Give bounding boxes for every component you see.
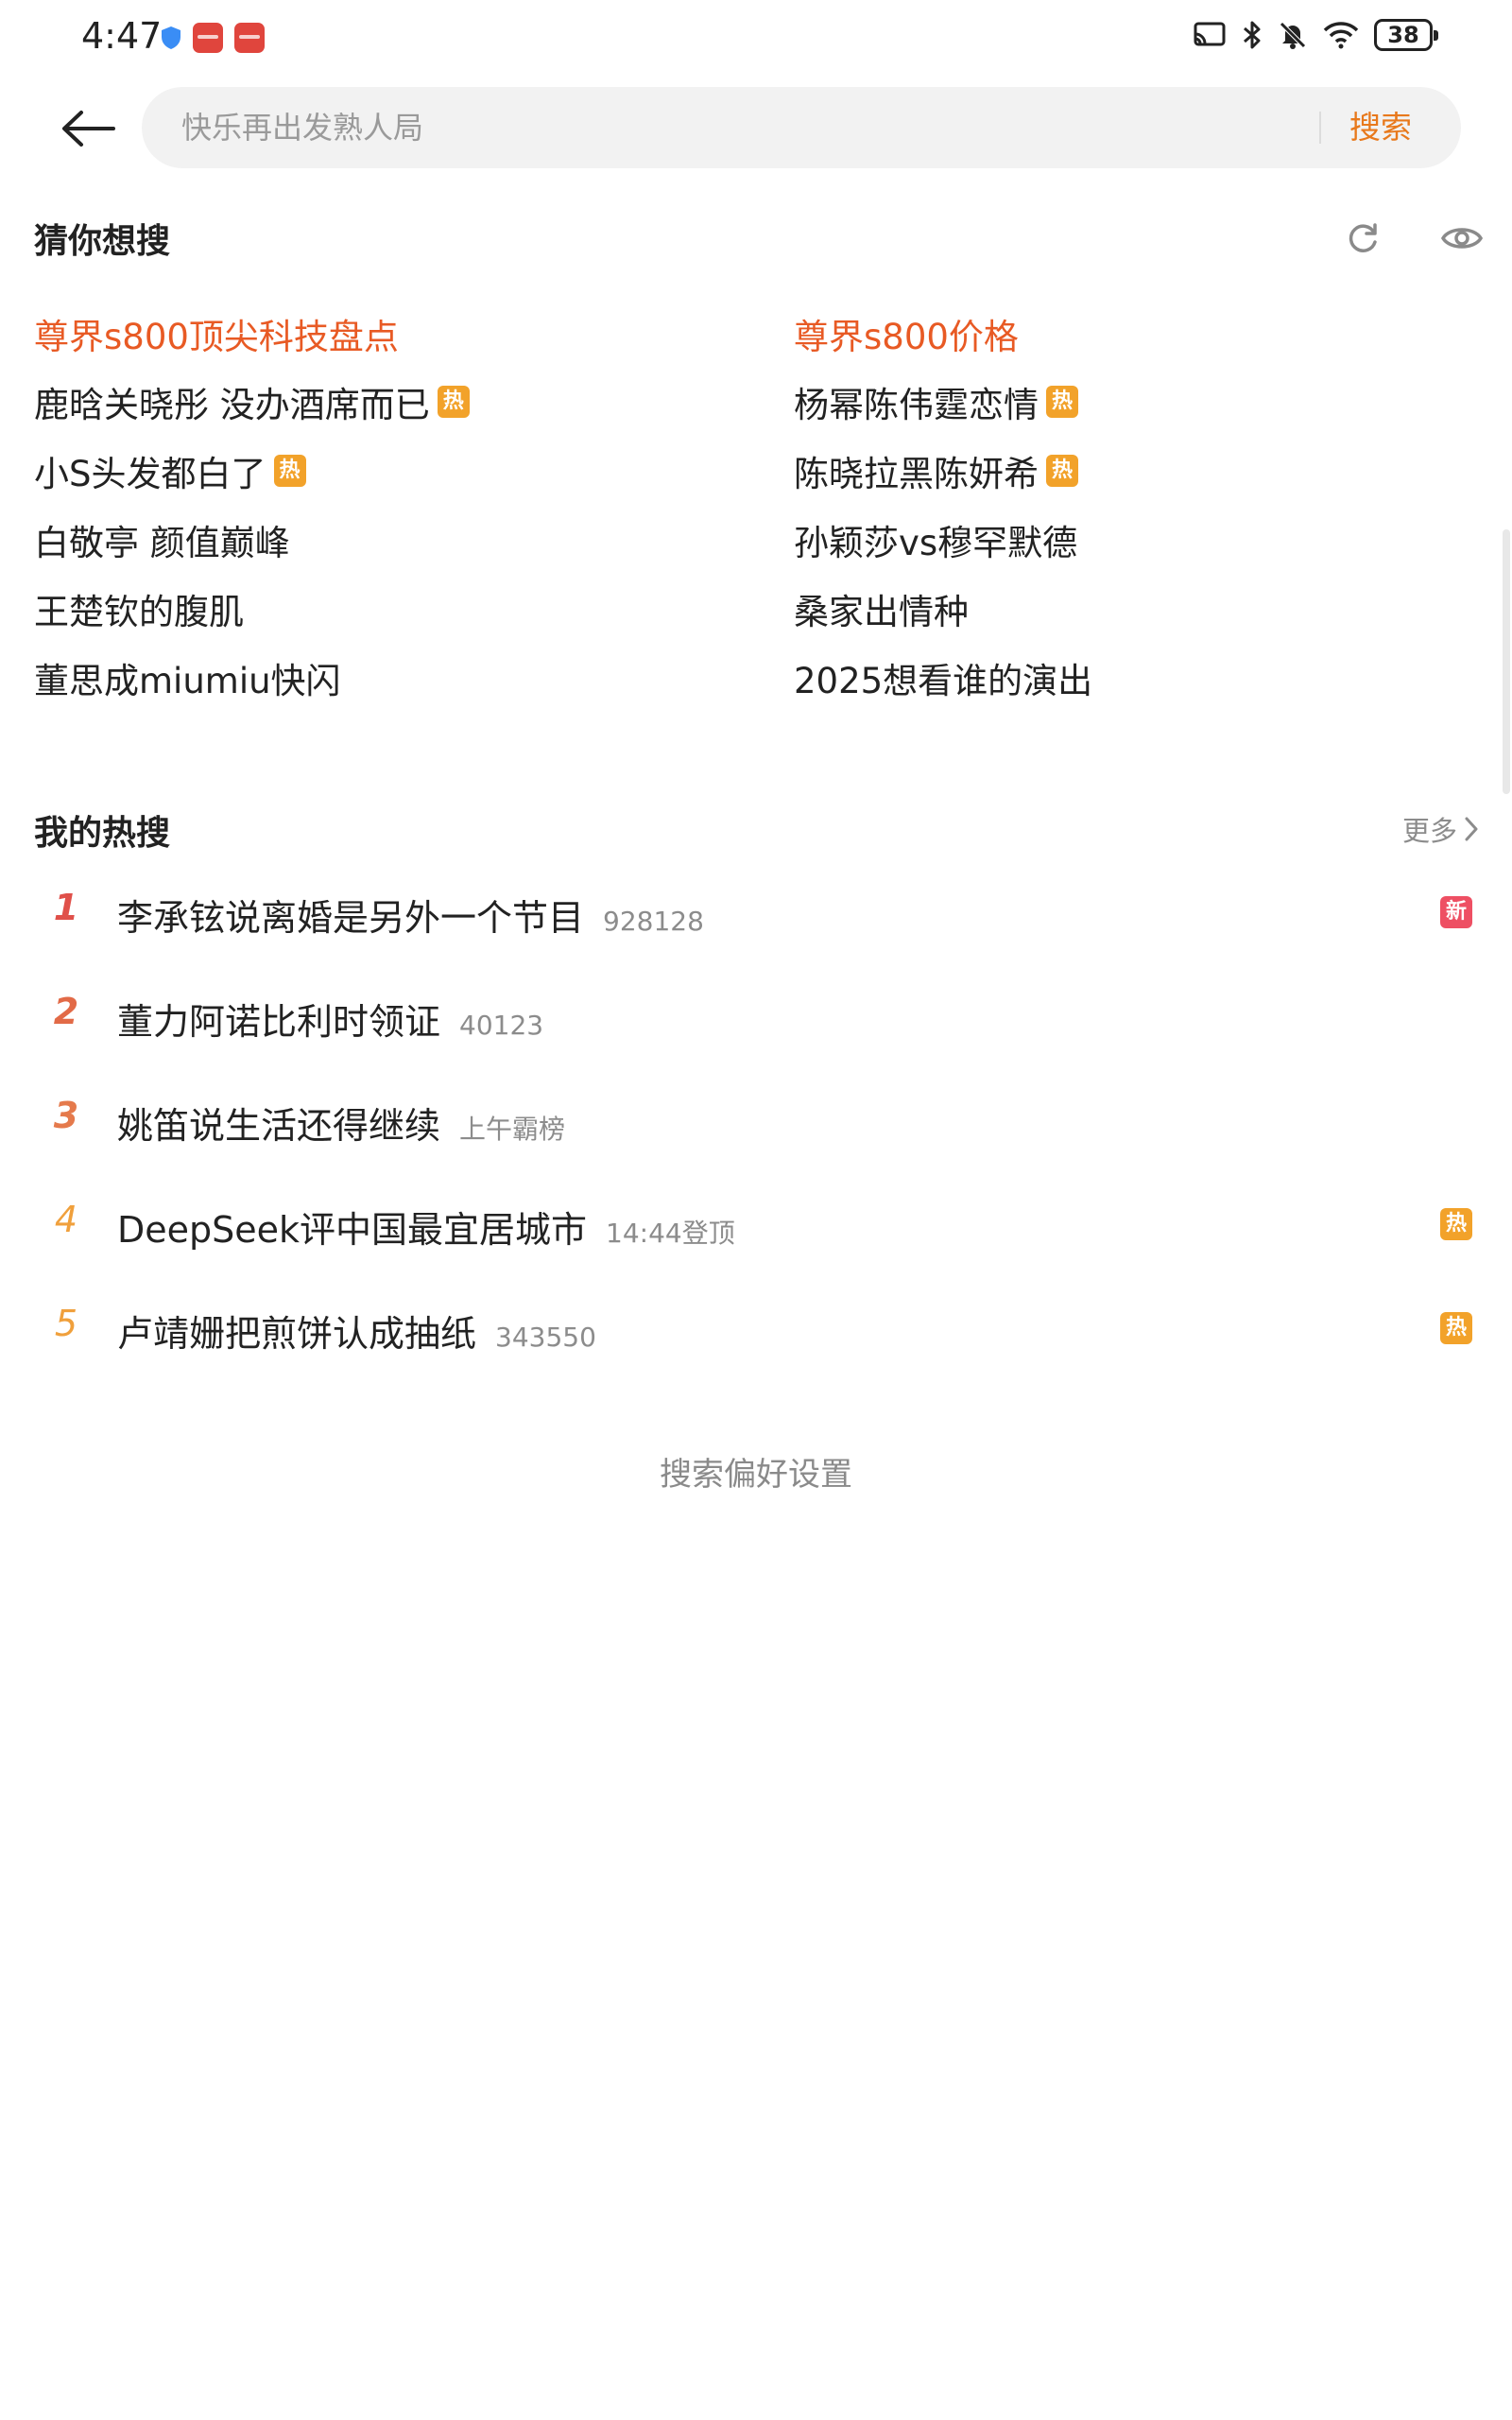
hot-badge: 热	[1046, 455, 1078, 487]
guess-item[interactable]: 2025想看谁的演出	[794, 652, 1092, 703]
huawei-app-icon	[193, 23, 223, 53]
cast-icon	[1194, 22, 1226, 46]
refresh-icon[interactable]	[1344, 219, 1382, 257]
hot-badge: 热	[1440, 1312, 1472, 1344]
wifi-icon	[1323, 22, 1359, 49]
battery-indicator: 38	[1374, 19, 1438, 51]
guess-item[interactable]: 鹿晗关晓彤 没办酒席而已热	[34, 376, 470, 427]
hot-badge: 热	[1046, 386, 1078, 418]
back-arrow-icon	[62, 111, 115, 147]
hot-badge: 热	[1440, 1208, 1472, 1240]
guess-item-label: 王楚钦的腹肌	[34, 592, 244, 632]
guess-item[interactable]: 董思成miumiu快闪	[34, 652, 341, 703]
rank-number: 1	[53, 887, 79, 928]
guess-item-label: 桑家出情种	[794, 592, 969, 632]
guess-item[interactable]: 孙颖莎vs穆罕默德	[794, 514, 1077, 565]
shield-icon	[162, 26, 180, 49]
guess-item[interactable]: 小S头发都白了热	[34, 445, 306, 496]
hot-item-title: DeepSeek评中国最宜居城市	[117, 1209, 588, 1251]
guess-item[interactable]: 陈晓拉黑陈妍希热	[794, 445, 1078, 496]
guess-item-label: 2025想看谁的演出	[794, 661, 1093, 701]
status-time: 4:47	[81, 15, 163, 57]
guess-item[interactable]: 尊界s800顶尖科技盘点	[34, 308, 399, 359]
hot-list-row[interactable]: 1 李承铉说离婚是另外一个节目 928128 新	[0, 870, 1512, 955]
hot-section-title: 我的热搜	[34, 814, 171, 853]
rank-number: 2	[53, 991, 79, 1032]
guess-item[interactable]: 尊界s800价格	[794, 308, 1019, 359]
guess-item-label: 鹿晗关晓彤 没办酒席而已	[34, 385, 430, 425]
search-box: 搜索	[142, 87, 1461, 168]
hot-item-title: 董力阿诺比利时领证	[117, 1001, 441, 1043]
guess-item-label: 杨幂陈伟霆恋情	[794, 385, 1039, 425]
status-right-icons: 38	[1193, 19, 1438, 51]
hot-item-meta: 上午霸榜	[459, 1114, 566, 1145]
hot-list-row[interactable]: 5 卢靖姗把煎饼认成抽纸 343550 热	[0, 1286, 1512, 1371]
guess-item-label: 孙颖莎vs穆罕默德	[794, 523, 1078, 563]
guess-item-label: 尊界s800价格	[794, 317, 1019, 357]
hot-list-row[interactable]: 3 姚笛说生活还得继续 上午霸榜	[0, 1078, 1512, 1163]
hot-badge: 热	[273, 455, 306, 487]
hot-item-title-wrap: 姚笛说生活还得继续 上午霸榜	[117, 1097, 565, 1149]
guess-item-label: 董思成miumiu快闪	[34, 661, 341, 701]
eye-icon[interactable]	[1440, 221, 1484, 255]
guess-item-label: 陈晓拉黑陈妍希	[794, 454, 1039, 494]
search-divider	[1319, 112, 1321, 144]
hot-item-title-wrap: 董力阿诺比利时领证 40123	[117, 993, 543, 1045]
hot-list-row[interactable]: 2 董力阿诺比利时领证 40123	[0, 974, 1512, 1059]
scrollbar[interactable]	[1503, 529, 1510, 794]
back-button[interactable]	[55, 98, 121, 159]
hot-item-meta: 14:44登顶	[606, 1218, 735, 1249]
guess-item-label: 小S头发都白了	[34, 454, 266, 494]
hot-item-meta: 40123	[459, 1010, 544, 1041]
guess-item[interactable]: 桑家出情种	[794, 583, 969, 634]
hot-item-title-wrap: 卢靖姗把煎饼认成抽纸 343550	[117, 1305, 596, 1357]
rank-number: 5	[54, 1303, 78, 1344]
hot-item-title: 卢靖姗把煎饼认成抽纸	[117, 1313, 477, 1355]
guess-item[interactable]: 杨幂陈伟霆恋情热	[794, 376, 1078, 427]
search-button[interactable]: 搜索	[1349, 87, 1412, 168]
hot-badge: 热	[437, 386, 470, 418]
guess-section-title: 猜你想搜	[34, 222, 171, 261]
guess-item[interactable]: 王楚钦的腹肌	[34, 583, 244, 634]
guess-item[interactable]: 白敬亭 颜值巅峰	[34, 514, 290, 565]
new-badge: 新	[1440, 896, 1472, 928]
guess-item-label: 白敬亭 颜值巅峰	[34, 523, 290, 563]
hot-item-meta: 343550	[495, 1322, 596, 1353]
search-preferences-link[interactable]: 搜索偏好设置	[0, 1448, 1512, 1495]
search-input[interactable]	[180, 87, 1314, 168]
hot-item-title: 李承铉说离婚是另外一个节目	[117, 897, 585, 939]
more-label: 更多	[1402, 815, 1458, 847]
status-left-icons	[161, 23, 265, 53]
rank-number: 3	[53, 1095, 79, 1136]
hot-item-title-wrap: 李承铉说离婚是另外一个节目 928128	[117, 889, 704, 941]
hot-item-meta: 928128	[603, 906, 704, 937]
guess-item-label: 尊界s800顶尖科技盘点	[34, 317, 399, 357]
bluetooth-icon	[1244, 21, 1261, 49]
hot-list-row[interactable]: 4 DeepSeek评中国最宜居城市 14:44登顶 热	[0, 1182, 1512, 1267]
rank-number: 4	[54, 1199, 78, 1240]
more-link[interactable]: 更多	[1402, 809, 1480, 849]
hot-item-title: 姚笛说生活还得继续	[117, 1105, 441, 1147]
mute-bell-icon	[1280, 22, 1306, 49]
hot-item-title-wrap: DeepSeek评中国最宜居城市 14:44登顶	[117, 1201, 735, 1253]
chevron-right-icon	[1465, 817, 1478, 841]
huawei-app-icon-2	[234, 23, 265, 53]
status-bar: 4:47 38	[0, 0, 1512, 79]
